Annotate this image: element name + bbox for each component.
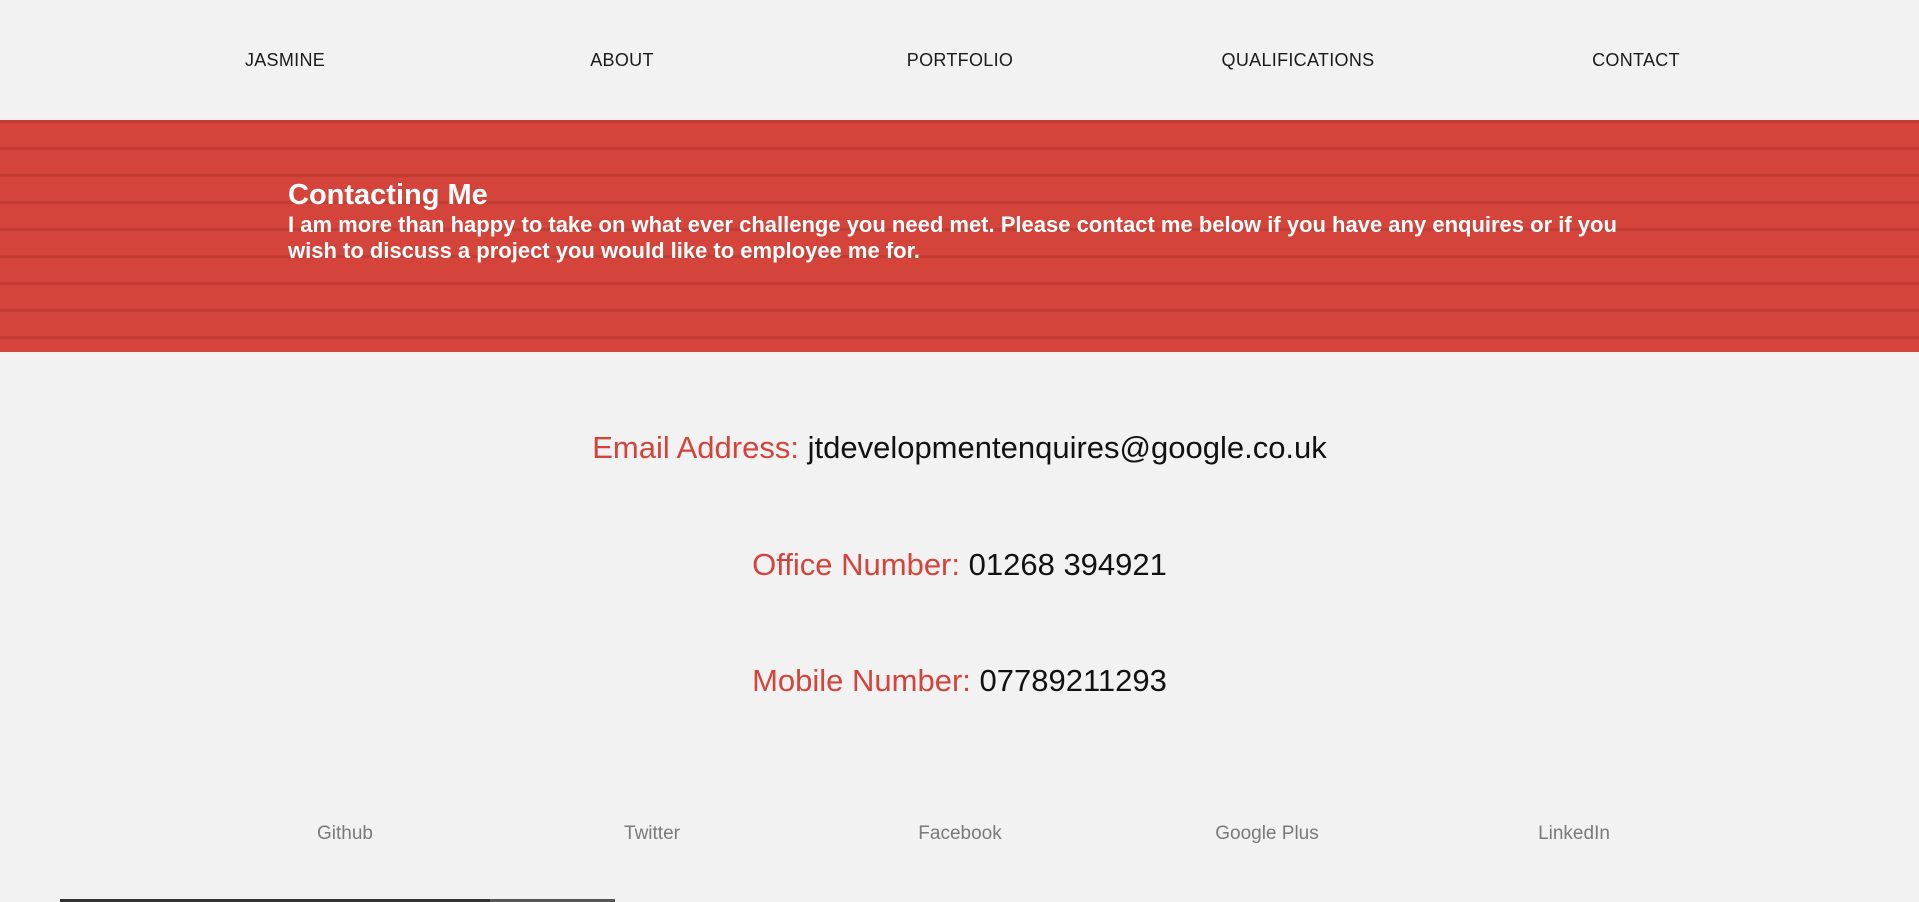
social-link-facebook[interactable]: Facebook [840, 823, 1080, 845]
hero-description: I am more than happy to take on what eve… [288, 212, 1617, 263]
hero-banner: Contacting Me I am more than happy to ta… [0, 120, 1919, 352]
page-title: Contacting Me [288, 179, 488, 211]
office-number-row: Office Number: 01268 394921 [0, 545, 1919, 585]
nav-link-portfolio[interactable]: PORTFOLIO [790, 49, 1130, 71]
nav-link-about[interactable]: ABOUT [452, 49, 792, 71]
nav-link-contact[interactable]: CONTACT [1466, 49, 1806, 71]
mobile-number-value: 07789211293 [979, 663, 1167, 698]
email-label: Email Address: [592, 430, 799, 465]
email-value: jtdevelopmentenquires@google.co.uk [807, 430, 1327, 465]
email-row: Email Address: jtdevelopmentenquires@goo… [0, 428, 1919, 468]
office-number-label: Office Number: [752, 547, 960, 582]
mobile-number-label: Mobile Number: [752, 663, 971, 698]
social-link-github[interactable]: Github [225, 823, 465, 845]
nav-link-qualifications[interactable]: QUALIFICATIONS [1128, 49, 1468, 71]
nav-link-jasmine[interactable]: JASMINE [115, 49, 455, 71]
office-number-value: 01268 394921 [968, 547, 1167, 582]
top-navigation: JASMINE ABOUT PORTFOLIO QUALIFICATIONS C… [0, 0, 1919, 120]
mobile-number-row: Mobile Number: 07789211293 [0, 661, 1919, 701]
social-link-twitter[interactable]: Twitter [532, 823, 772, 845]
social-link-google-plus[interactable]: Google Plus [1147, 823, 1387, 845]
hero-content: Contacting Me I am more than happy to ta… [288, 178, 1628, 264]
social-link-linkedin[interactable]: LinkedIn [1454, 823, 1694, 845]
